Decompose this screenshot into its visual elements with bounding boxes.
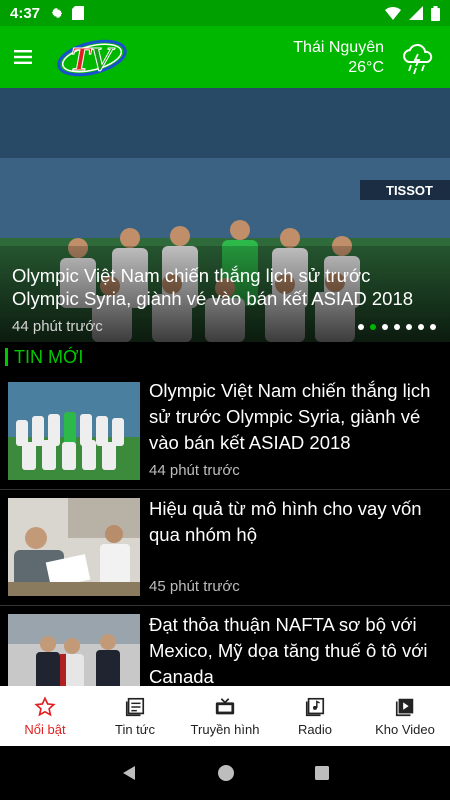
gear-icon: [51, 7, 63, 19]
back-icon[interactable]: [120, 764, 138, 782]
nav-label: Radio: [298, 721, 332, 737]
slider-dot[interactable]: [382, 324, 388, 330]
tissot-banner: TISSOT: [386, 183, 433, 198]
slider-dot[interactable]: [418, 324, 424, 330]
nav-label: Truyền hình: [190, 721, 260, 737]
status-time: 4:37: [10, 4, 41, 22]
hero-time: 44 phút trước: [12, 318, 103, 335]
nav-label: Kho Video: [375, 721, 435, 737]
section-title: TIN MỚI: [14, 346, 84, 367]
slider-indicator: [358, 324, 436, 330]
nav-noi-bat[interactable]: Nổi bật: [0, 686, 90, 746]
recents-icon[interactable]: [314, 765, 330, 781]
nav-tin-tuc[interactable]: Tin tức: [90, 686, 180, 746]
nav-kho-video[interactable]: Kho Video: [360, 686, 450, 746]
news-title: Hiệu quả từ mô hình cho vay vốn qua nhóm…: [149, 498, 422, 545]
slider-dot-active[interactable]: [370, 324, 376, 330]
status-bar: 4:37: [0, 0, 450, 26]
rain-cloud-icon: [403, 43, 433, 75]
news-title: Olympic Việt Nam chiến thắng lịch sử trư…: [149, 380, 431, 453]
news-list[interactable]: Olympic Việt Nam chiến thắng lịch sử trư…: [0, 372, 450, 686]
app-bar: T V Thái Nguyên 26°C: [0, 26, 450, 88]
section-marker: [5, 348, 8, 366]
section-header: TIN MỚI: [0, 342, 450, 372]
signal-icon: [409, 6, 423, 20]
radio-icon: [305, 697, 325, 716]
news-title: Đạt thỏa thuận NAFTA sơ bộ với Mexico, M…: [149, 614, 428, 686]
app-logo[interactable]: T V: [54, 30, 130, 84]
weather-location: Thái Nguyên: [293, 39, 384, 56]
hero-slider[interactable]: TISSOT Olympic Việt Nam chiến thắng lịch…: [0, 88, 450, 342]
nav-label: Tin tức: [114, 721, 155, 737]
news-time: 45 phút trước: [149, 578, 240, 595]
svg-text:T: T: [70, 41, 92, 78]
news-thumbnail: [8, 614, 140, 686]
star-icon: [34, 695, 56, 716]
home-icon[interactable]: [217, 764, 235, 782]
system-navigation-bar: [0, 746, 450, 800]
wifi-icon: [385, 7, 401, 20]
news-time: 44 phút trước: [149, 462, 240, 479]
slider-dot[interactable]: [430, 324, 436, 330]
video-library-icon: [395, 698, 414, 716]
weather-widget[interactable]: Thái Nguyên 26°C: [293, 38, 384, 78]
menu-button[interactable]: [0, 26, 46, 88]
nav-label: Nổi bật: [24, 721, 66, 737]
bottom-navigation: Nổi bật Tin tức Truyền hình Radio Kho Vi…: [0, 686, 450, 746]
battery-icon: [431, 5, 440, 21]
tv-icon: [215, 697, 235, 714]
sd-card-icon: [72, 6, 85, 20]
news-thumbnail: [8, 382, 140, 480]
news-item[interactable]: Đạt thỏa thuận NAFTA sơ bộ với Mexico, M…: [0, 606, 450, 686]
nav-truyen-hinh[interactable]: Truyền hình: [180, 686, 270, 746]
news-item[interactable]: Hiệu quả từ mô hình cho vay vốn qua nhóm…: [0, 490, 450, 606]
nav-radio[interactable]: Radio: [270, 686, 360, 746]
weather-temperature: 26°C: [348, 59, 384, 76]
slider-dot[interactable]: [406, 324, 412, 330]
slider-dot[interactable]: [394, 324, 400, 330]
hamburger-menu-icon: [14, 50, 32, 64]
hero-title[interactable]: Olympic Việt Nam chiến thắng lịch sử trư…: [12, 264, 442, 310]
svg-text:V: V: [90, 41, 115, 78]
slider-dot[interactable]: [358, 324, 364, 330]
news-thumbnail: [8, 498, 140, 596]
news-item[interactable]: Olympic Việt Nam chiến thắng lịch sử trư…: [0, 372, 450, 488]
news-icon: [125, 697, 145, 716]
